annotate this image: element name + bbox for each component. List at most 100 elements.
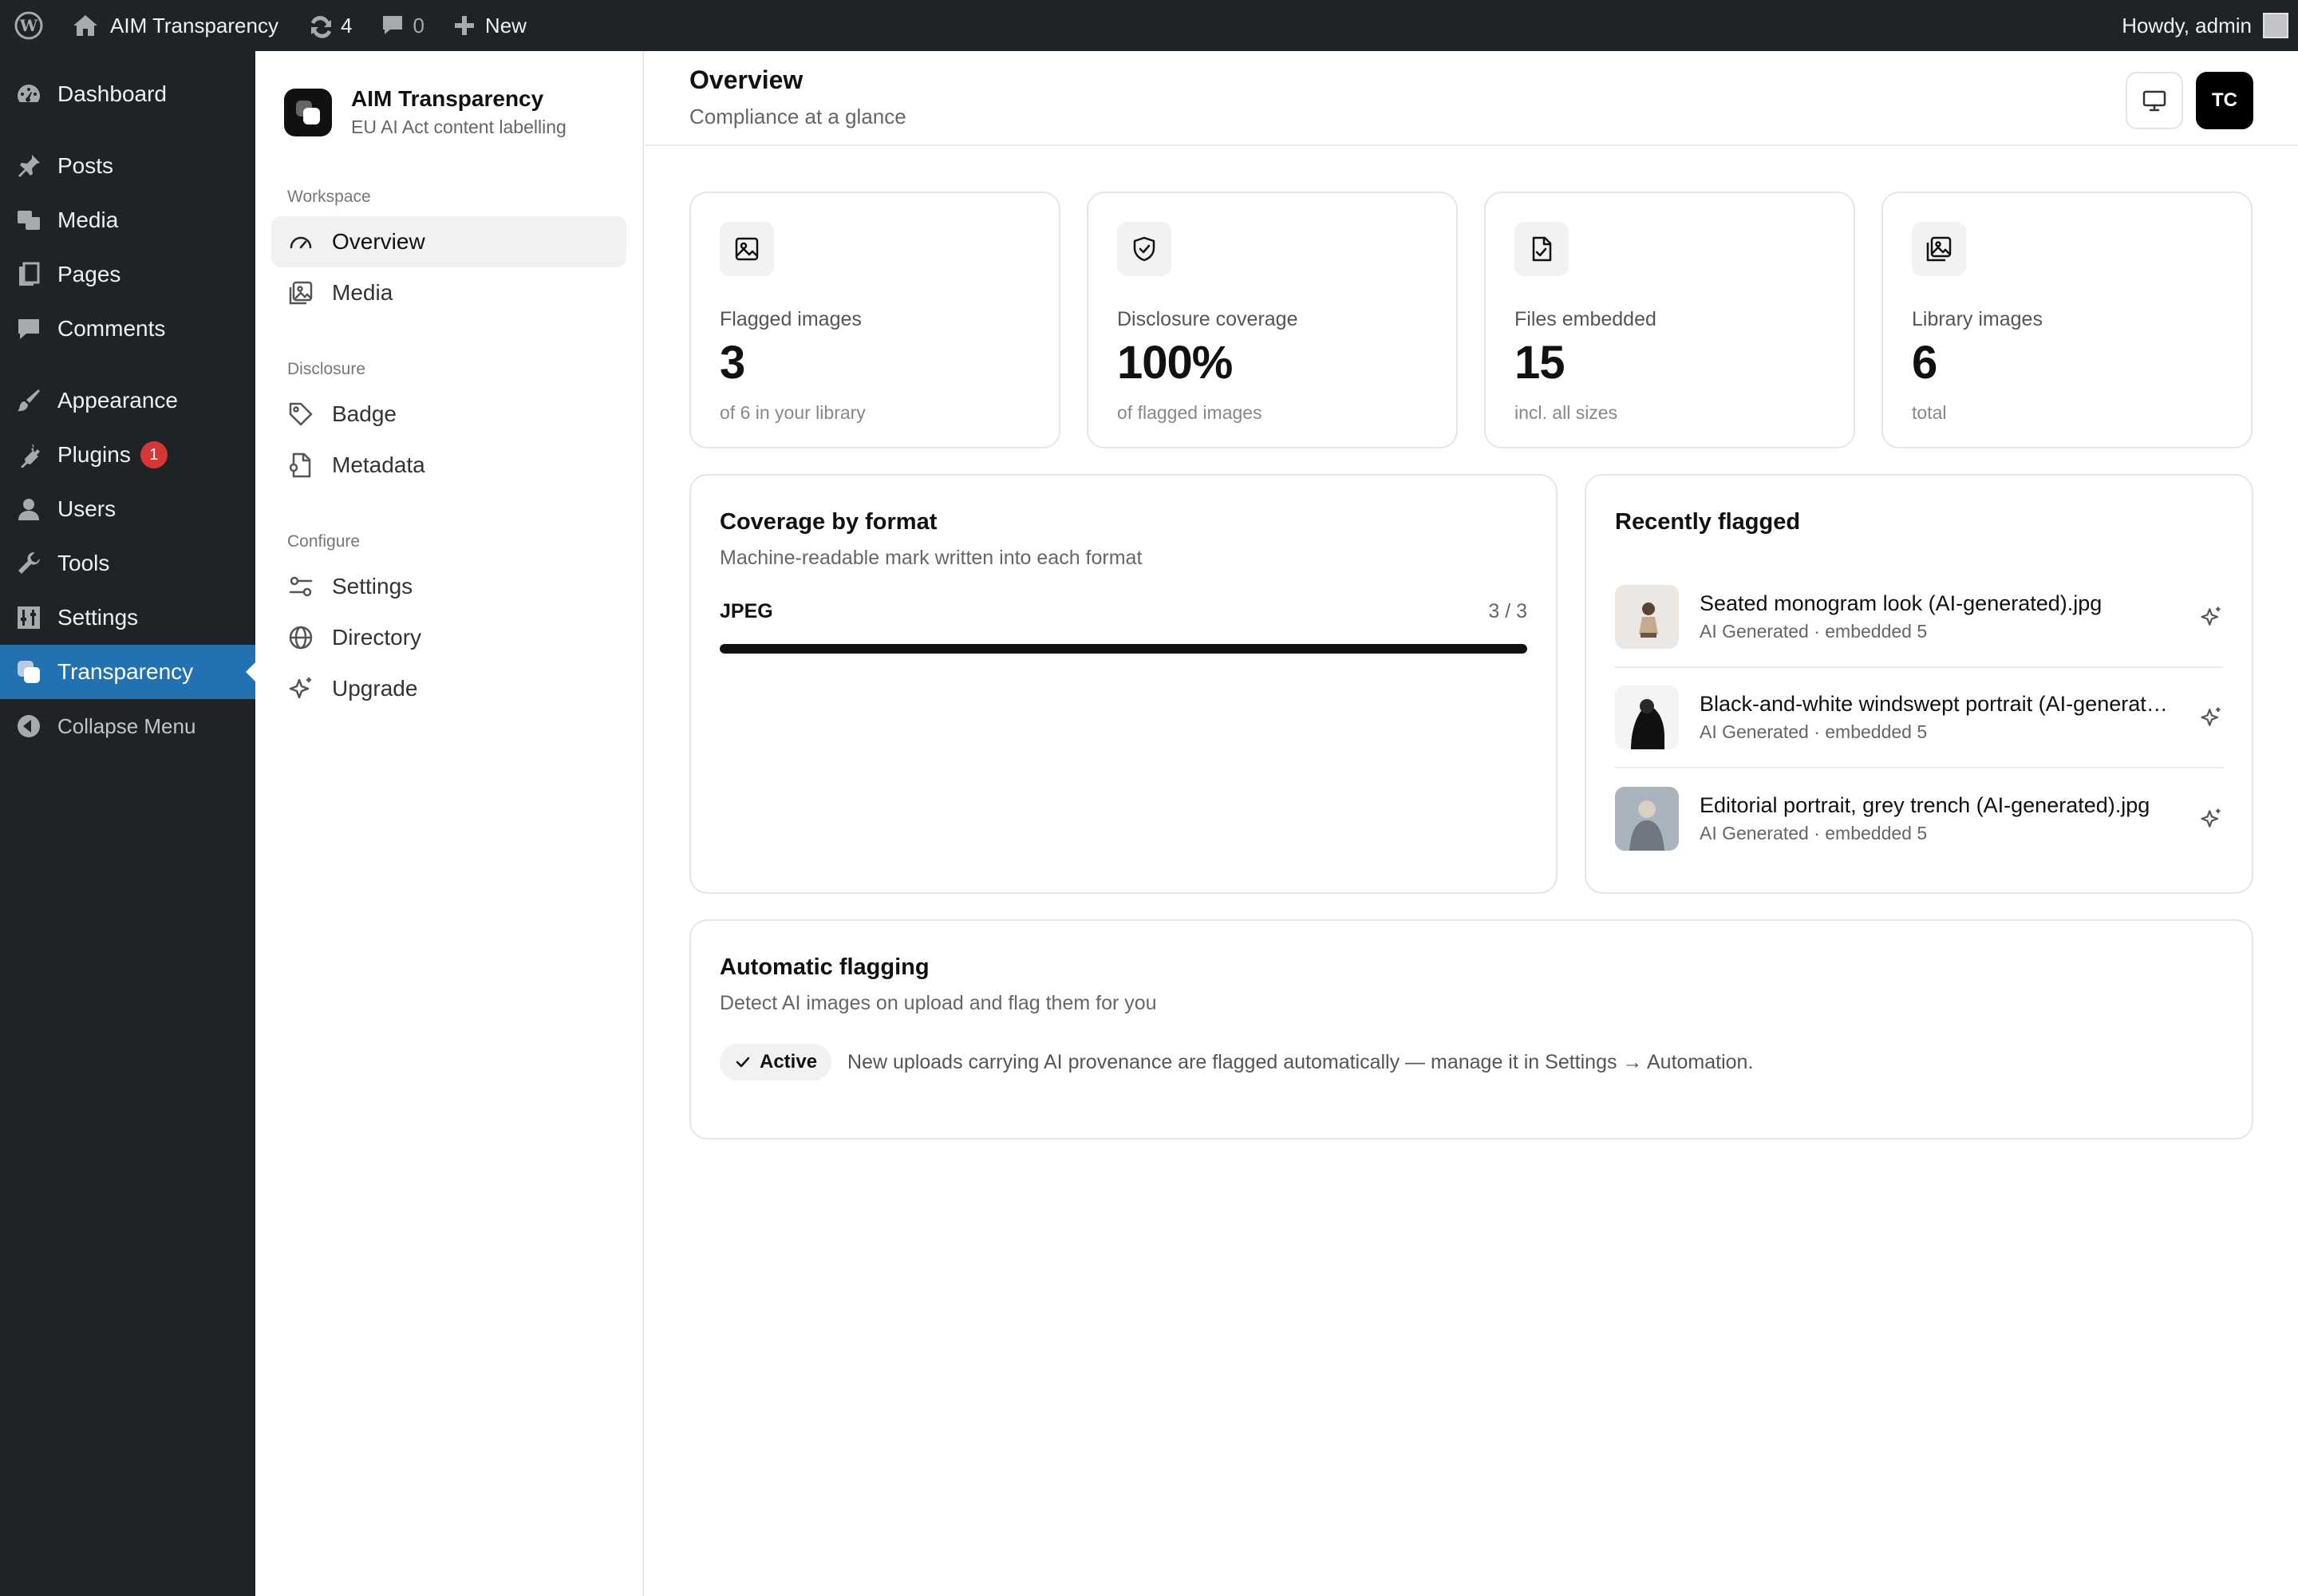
pin-icon <box>14 152 43 180</box>
thumbnail-image <box>1615 787 1679 851</box>
recently-flagged-title: Recently flagged <box>1615 509 1801 535</box>
plugins-update-badge: 1 <box>140 441 168 468</box>
nav-overview[interactable]: Overview <box>271 216 626 267</box>
admin-menu: Dashboard Posts Media Pages Comments App… <box>0 51 255 1596</box>
image-icon <box>720 222 774 276</box>
plug-icon <box>14 440 43 469</box>
sparkle-icon[interactable] <box>2199 605 2223 629</box>
item-meta: AI Generated · embedded 5 <box>1700 621 1928 642</box>
nav-metadata[interactable]: Metadata <box>271 440 626 491</box>
comments-count: 0 <box>413 13 424 38</box>
status-badge: Active <box>720 1044 832 1080</box>
format-label: JPEG <box>720 600 773 622</box>
menu-settings[interactable]: Settings <box>0 591 255 645</box>
file-code-icon <box>289 452 311 478</box>
format-count: 3 / 3 <box>1488 600 1527 622</box>
menu-appearance[interactable]: Appearance <box>0 373 255 428</box>
plugin-sidebar: AIM Transparency EU AI Act content label… <box>255 51 644 1596</box>
nav-settings[interactable]: Settings <box>271 561 626 612</box>
stat-card-embedded: Files embedded 15 incl. all sizes <box>1484 192 1855 448</box>
plugin-name: AIM Transparency <box>351 86 544 111</box>
howdy-text: Howdy, admin <box>2122 13 2252 38</box>
new-label: New <box>484 13 527 38</box>
menu-plugins[interactable]: Plugins 1 <box>0 428 255 482</box>
gallery-icon <box>1912 222 1966 276</box>
updates-count: 4 <box>340 13 353 38</box>
nav-badge[interactable]: Badge <box>271 389 626 440</box>
pages-icon <box>14 260 43 289</box>
user-icon <box>14 495 43 523</box>
preview-button[interactable] <box>2126 72 2183 129</box>
recently-flagged-card: Recently flagged Seated monogram look (A… <box>1585 474 2253 894</box>
stat-card-flagged: Flagged images 3 of 6 in your library <box>689 192 1060 448</box>
main-content: Overview Compliance at a glance TC Flagg… <box>645 51 2298 1596</box>
progress-bar <box>720 644 1527 654</box>
transparency-icon <box>14 658 43 686</box>
brush-icon <box>14 386 43 415</box>
item-filename: Editorial portrait, grey trench (AI-gene… <box>1700 793 2150 817</box>
file-check-icon <box>1514 222 1569 276</box>
site-name-link[interactable]: AIM Transparency <box>57 0 293 51</box>
section-workspace: Workspace <box>287 188 371 206</box>
nav-upgrade[interactable]: Upgrade <box>271 663 626 714</box>
user-avatar-button[interactable]: TC <box>2196 72 2253 129</box>
nav-directory[interactable]: Directory <box>271 612 626 663</box>
item-meta: AI Generated · embedded 5 <box>1700 721 1928 742</box>
dashboard-icon <box>14 80 43 109</box>
shield-check-icon <box>1117 222 1171 276</box>
globe-icon <box>289 626 313 650</box>
plugin-tagline: EU AI Act content labelling <box>351 117 567 137</box>
menu-transparency[interactable]: Transparency <box>0 645 255 699</box>
gauge-icon <box>290 236 312 249</box>
menu-comments[interactable]: Comments <box>0 302 255 356</box>
collapse-icon <box>14 712 43 741</box>
menu-posts[interactable]: Posts <box>0 139 255 193</box>
sparkle-icon[interactable] <box>2199 705 2223 729</box>
menu-pages[interactable]: Pages <box>0 247 255 302</box>
wordpress-logo-icon[interactable]: W <box>0 0 57 51</box>
list-item[interactable]: Seated monogram look (AI-generated).jpg … <box>1615 567 2223 668</box>
page-subtitle: Compliance at a glance <box>689 105 906 128</box>
monitor-icon <box>2142 90 2166 112</box>
tag-icon <box>289 402 313 426</box>
site-name: AIM Transparency <box>110 13 278 38</box>
stat-card-library: Library images 6 total <box>1881 192 2253 448</box>
automatic-flagging-title: Automatic flagging <box>720 954 930 980</box>
menu-users[interactable]: Users <box>0 482 255 536</box>
menu-dashboard[interactable]: Dashboard <box>0 67 255 121</box>
comments-link[interactable]: 0 <box>366 0 438 51</box>
page-header: Overview Compliance at a glance TC <box>645 51 2298 146</box>
sparkle-icon[interactable] <box>2199 807 2223 831</box>
coverage-title: Coverage by format <box>720 509 938 535</box>
nav-media[interactable]: Media <box>271 267 626 318</box>
page-title: Overview <box>689 65 804 94</box>
progress-bar-fill <box>720 644 1527 654</box>
coverage-row: JPEG 3 / 3 <box>720 600 1527 623</box>
comment-icon <box>14 314 43 343</box>
list-item[interactable]: Black-and-white windswept portrait (AI-g… <box>1615 668 2223 768</box>
sliders-icon <box>289 576 313 597</box>
files-embedded-value: 15 <box>1514 337 1566 389</box>
my-account[interactable]: Howdy, admin <box>2122 13 2298 38</box>
sliders-icon <box>14 603 43 632</box>
plus-icon <box>454 16 474 35</box>
avatar <box>2263 13 2288 38</box>
updates-link[interactable]: 4 <box>293 0 366 51</box>
list-item[interactable]: Editorial portrait, grey trench (AI-gene… <box>1615 768 2223 869</box>
gallery-icon <box>289 281 313 305</box>
comment-icon <box>383 16 403 34</box>
coverage-subtitle: Machine-readable mark written into each … <box>720 547 1143 569</box>
stat-card-coverage: Disclosure coverage 100% of flagged imag… <box>1087 192 1458 448</box>
item-filename: Black-and-white windswept portrait (AI-g… <box>1700 692 2178 716</box>
thumbnail-image <box>1615 685 1679 749</box>
plugin-logo-icon <box>284 88 332 136</box>
thumbnail-image <box>1615 585 1679 649</box>
automation-description: New uploads carrying AI provenance are f… <box>847 1050 1754 1073</box>
menu-media[interactable]: Media <box>0 193 255 247</box>
admin-bar: W AIM Transparency 4 0 New Howdy, admin <box>0 0 2298 51</box>
menu-tools[interactable]: Tools <box>0 536 255 591</box>
collapse-menu-button[interactable]: Collapse Menu <box>0 699 255 753</box>
new-content-link[interactable]: New <box>439 0 541 51</box>
refresh-icon <box>310 15 331 38</box>
sparkle-icon <box>289 678 311 699</box>
